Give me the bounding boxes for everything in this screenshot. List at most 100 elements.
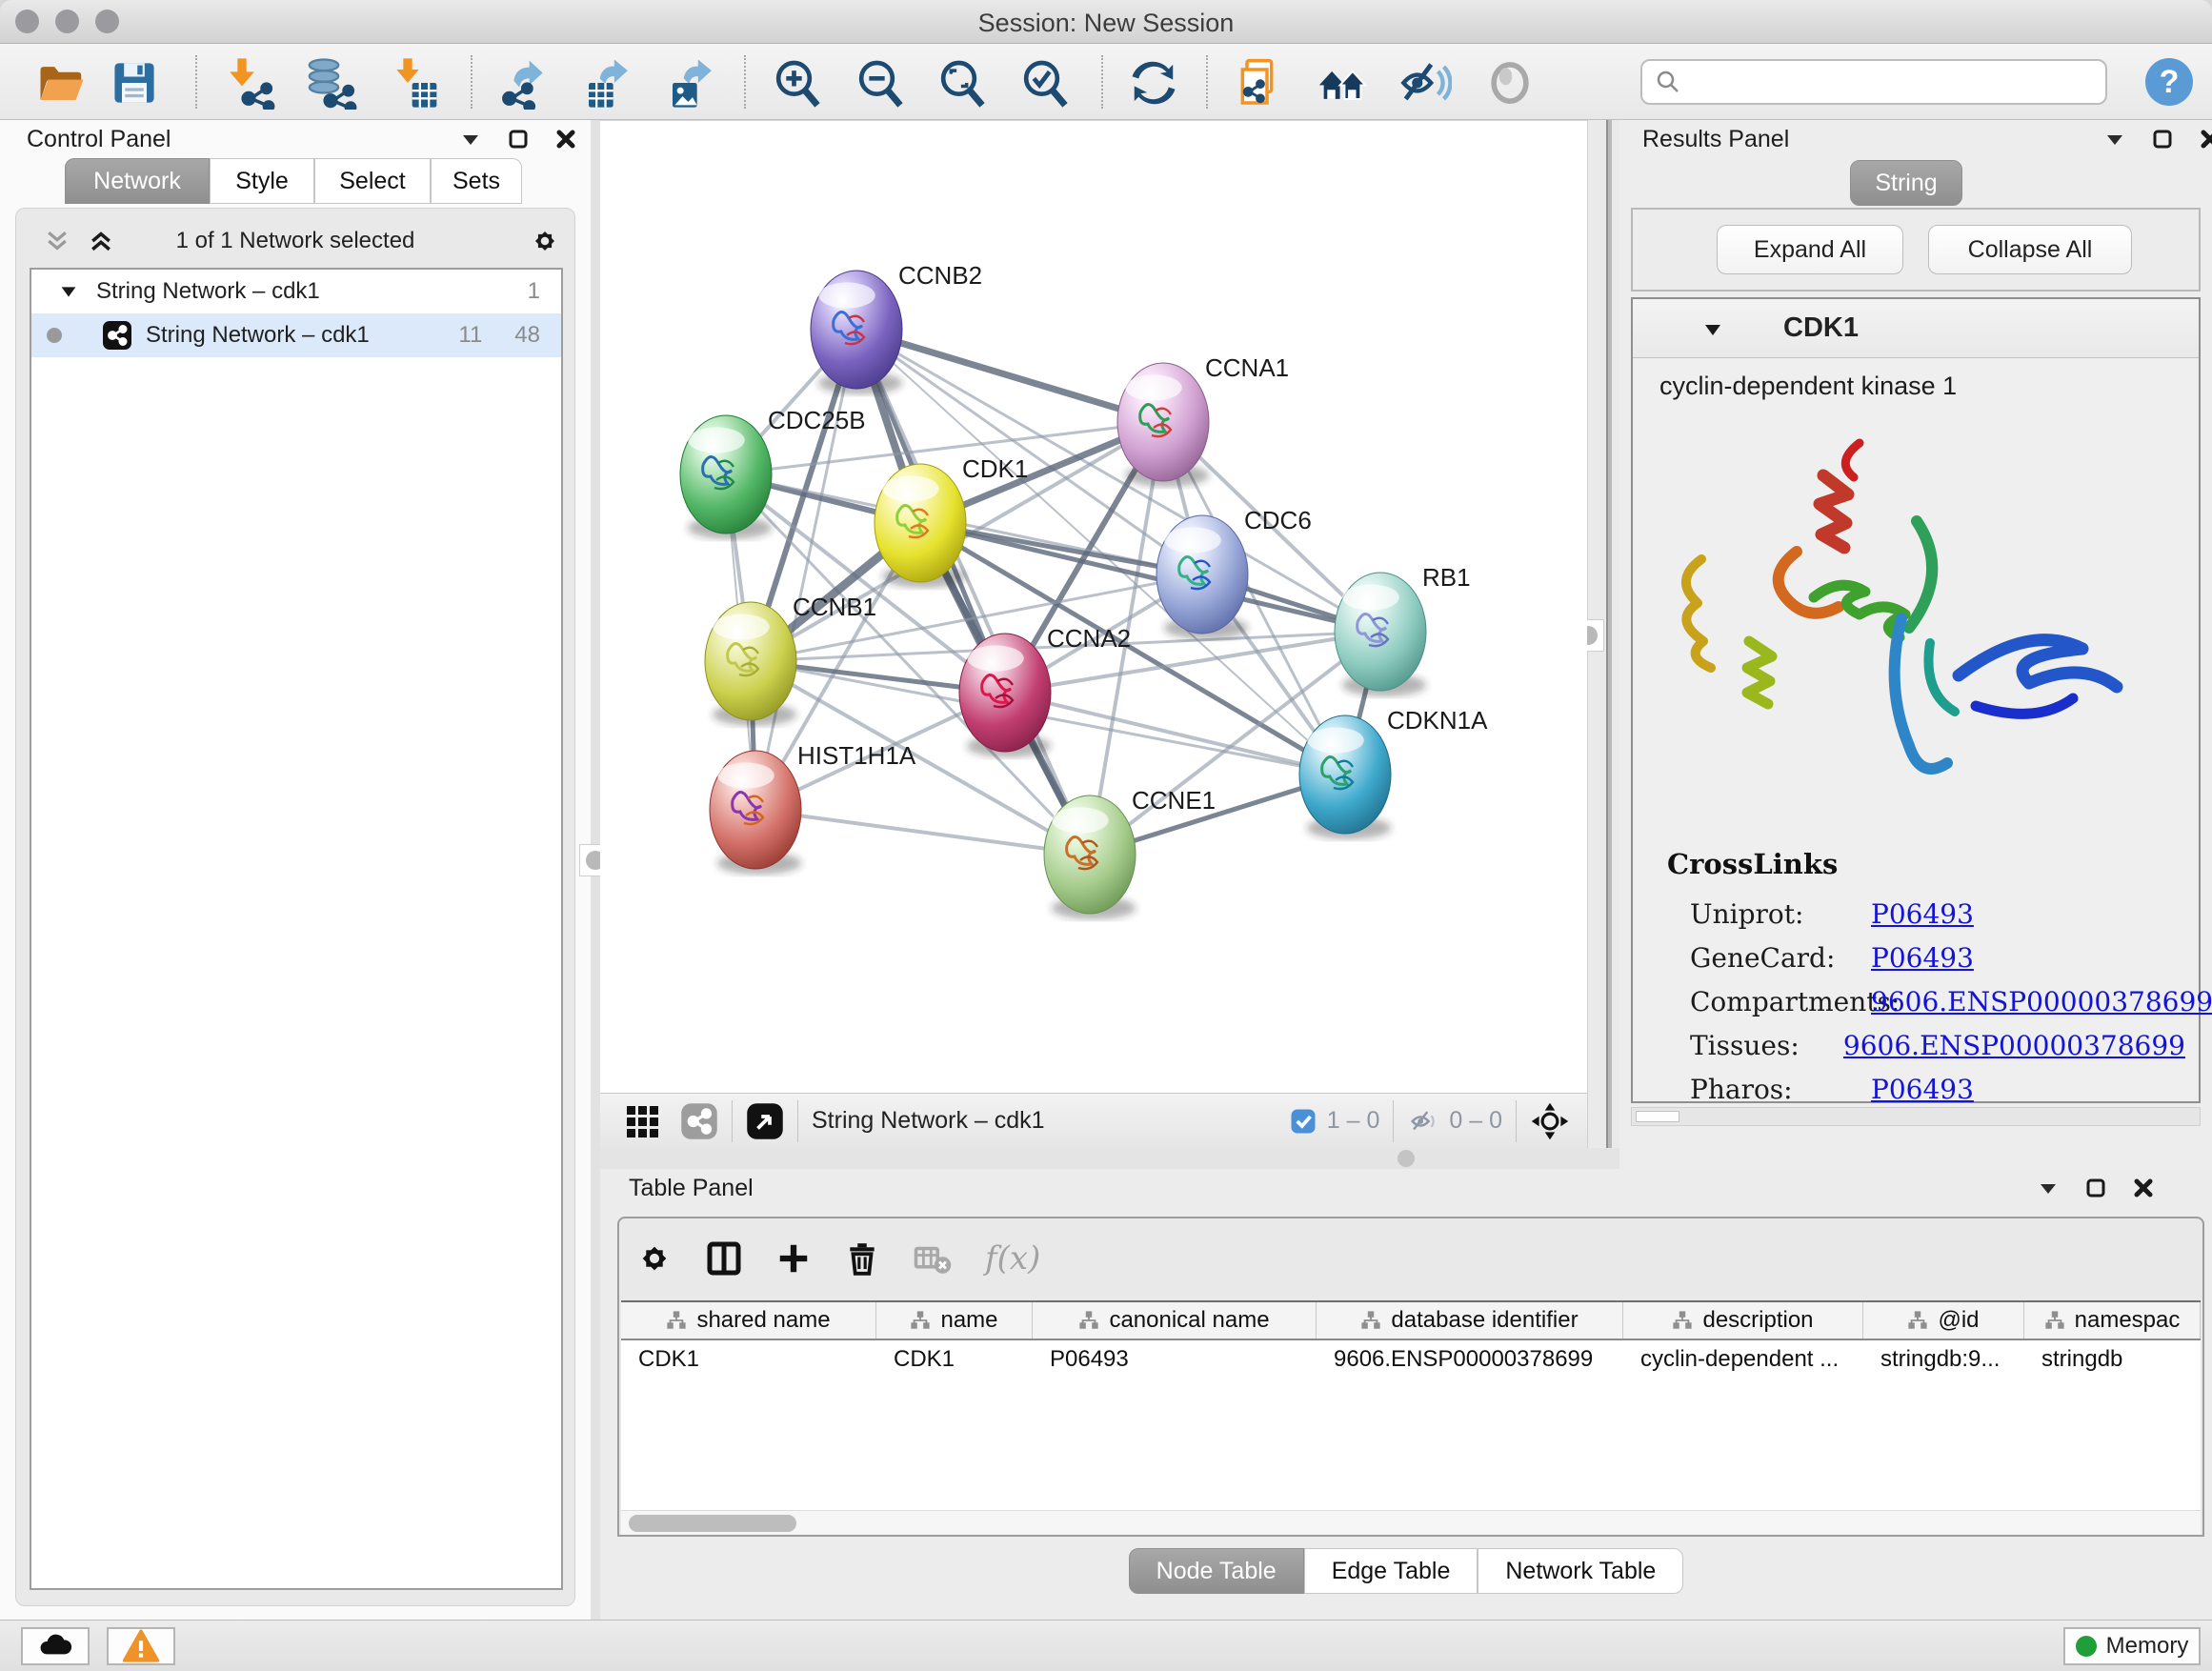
table-cell[interactable]: 9606.ENSP00000378699 [1317, 1340, 1623, 1379]
tab-select[interactable]: Select [314, 158, 431, 204]
network-node-CCNE1[interactable]: CCNE1 [1044, 786, 1216, 919]
hidden-eye-icon [1407, 1105, 1439, 1137]
crosslink-link[interactable]: 9606.ENSP00000378699 [1871, 986, 2212, 1017]
import-network-from-database-button[interactable] [303, 55, 358, 111]
crosslink-link[interactable]: P06493 [1871, 898, 1974, 930]
tab-string[interactable]: String [1850, 160, 1962, 206]
column-header-canonical-name[interactable]: canonical name [1033, 1302, 1317, 1339]
memory-button[interactable]: Memory [2063, 1627, 2201, 1665]
export-image-button[interactable] [665, 55, 720, 111]
warnings-button[interactable] [107, 1627, 175, 1665]
network-node-CCNA2[interactable]: CCNA2 [959, 624, 1131, 757]
node-label: CCNA1 [1205, 353, 1289, 382]
delete-column-trash-icon[interactable] [844, 1240, 880, 1277]
zoom-out-button[interactable] [853, 55, 908, 111]
show-columns-icon[interactable] [705, 1239, 743, 1278]
table-cell[interactable]: stringdb [2024, 1340, 2201, 1379]
tab-node-table[interactable]: Node Table [1129, 1548, 1304, 1594]
network-edge[interactable] [856, 330, 1090, 855]
column-header-namespac[interactable]: namespac [2024, 1302, 2201, 1339]
import-table-button[interactable] [387, 55, 442, 111]
table-cell[interactable]: stringdb:9... [1863, 1340, 2024, 1379]
help-button[interactable]: ? [2145, 58, 2193, 106]
column-header-database-identifier[interactable]: database identifier [1317, 1302, 1623, 1339]
table-cell[interactable]: P06493 [1033, 1340, 1317, 1379]
crosslink-link[interactable]: 9606.ENSP00000378699 [1843, 1030, 2185, 1061]
apply-layout-button[interactable] [1126, 55, 1181, 111]
fit-content-crosshair-icon[interactable] [1530, 1101, 1570, 1141]
zoom-fit-button[interactable] [935, 55, 990, 111]
network-edge[interactable] [856, 330, 1163, 422]
cloud-button[interactable] [21, 1627, 90, 1665]
network-node-CCNB1[interactable]: CCNB1 [705, 593, 876, 726]
open-in-browser-icon[interactable] [746, 1102, 784, 1140]
expand-all-button[interactable]: Expand All [1717, 225, 1903, 274]
table-cell[interactable]: CDK1 [621, 1340, 876, 1379]
hide-selected-button[interactable] [1397, 55, 1452, 111]
crosslink-link[interactable]: P06493 [1871, 942, 1974, 974]
table-cell[interactable]: cyclin-dependent ... [1623, 1340, 1863, 1379]
tab-sets[interactable]: Sets [431, 158, 522, 204]
main-toolbar: ? [0, 44, 2212, 120]
tab-network[interactable]: Network [65, 158, 210, 204]
first-neighbors-button[interactable] [1315, 55, 1370, 111]
import-network-button[interactable] [221, 55, 276, 111]
birds-eye-view-icon[interactable] [625, 1104, 659, 1138]
collection-expand-arrow-icon[interactable] [58, 281, 79, 302]
panel-float-icon[interactable] [459, 128, 482, 151]
create-column-plus-icon[interactable] [775, 1240, 812, 1277]
collapse-all-button[interactable]: Collapse All [1928, 225, 2132, 274]
save-session-button[interactable] [107, 55, 162, 111]
crosslink-link[interactable]: P06493 [1871, 1074, 1974, 1105]
table-options-gear-icon[interactable] [636, 1240, 673, 1277]
tab-network-table[interactable]: Network Table [1478, 1548, 1683, 1594]
zoom-selected-button[interactable] [1017, 55, 1073, 111]
search-input[interactable] [1682, 69, 2082, 95]
search-bar[interactable] [1640, 59, 2107, 105]
node-details-header[interactable]: CDK1 [1633, 299, 2199, 358]
collapse-all-networks-icon[interactable] [87, 227, 115, 255]
column-header--id[interactable]: @id [1863, 1302, 2024, 1339]
panel-maximize-icon[interactable] [2151, 128, 2174, 151]
table-cell[interactable]: CDK1 [876, 1340, 1033, 1379]
column-header-shared-name[interactable]: shared name [621, 1302, 876, 1339]
string-style-icon[interactable] [680, 1102, 718, 1140]
tab-edge-table[interactable]: Edge Table [1304, 1548, 1478, 1594]
column-header-description[interactable]: description [1623, 1302, 1863, 1339]
network-node-HIST1H1A[interactable]: HIST1H1A [710, 741, 916, 875]
network-node-CDC25B[interactable]: CDC25B [680, 406, 866, 539]
panel-close-icon[interactable] [2199, 128, 2212, 151]
network-node-CCNB2[interactable]: CCNB2 [811, 261, 982, 394]
panel-maximize-icon[interactable] [2084, 1177, 2107, 1199]
network-row-selected[interactable]: String Network – cdk1 11 48 [31, 313, 561, 357]
clone-network-button[interactable] [1233, 55, 1288, 111]
expand-all-networks-icon[interactable] [43, 227, 71, 255]
tab-style[interactable]: Style [210, 158, 314, 204]
export-network-button[interactable] [497, 55, 553, 111]
network-graph[interactable]: CCNB2CCNA1CDC25BCDK1CDC6RB1CCNB1CCNA2CDK… [600, 121, 1587, 1093]
network-edge[interactable] [755, 810, 1090, 855]
network-collection-row[interactable]: String Network – cdk1 1 [31, 270, 561, 313]
network-node-RB1[interactable]: RB1 [1335, 563, 1471, 696]
table-row[interactable]: CDK1CDK1P064939606.ENSP00000378699cyclin… [621, 1340, 2201, 1379]
collapse-entry-arrow-icon[interactable] [1701, 318, 1724, 341]
panel-maximize-icon[interactable] [507, 128, 530, 151]
results-scrollbar[interactable] [1631, 1107, 2201, 1126]
zoom-in-button[interactable] [770, 55, 825, 111]
network-edge[interactable] [755, 330, 856, 810]
export-table-button[interactable] [581, 55, 636, 111]
node-label: CCNB1 [793, 593, 876, 621]
panel-float-icon[interactable] [2037, 1177, 2060, 1199]
open-session-button[interactable] [34, 55, 90, 111]
network-node-CDK1[interactable]: CDK1 [875, 454, 1028, 588]
panel-close-icon[interactable] [554, 128, 577, 151]
panel-float-icon[interactable] [2103, 128, 2126, 151]
panel-close-icon[interactable] [2132, 1177, 2155, 1199]
network-node-CCNA1[interactable]: CCNA1 [1117, 353, 1289, 487]
table-horizontal-scrollbar[interactable] [621, 1510, 2201, 1535]
column-header-name[interactable]: name [876, 1302, 1033, 1339]
selected-checkbox-icon[interactable] [1289, 1107, 1317, 1136]
network-canvas[interactable]: CCNB2CCNA1CDC25BCDK1CDC6RB1CCNB1CCNA2CDK… [600, 121, 1587, 1093]
network-options-gear-icon[interactable] [529, 225, 561, 257]
network-node-CDKN1A[interactable]: CDKN1A [1299, 706, 1488, 839]
